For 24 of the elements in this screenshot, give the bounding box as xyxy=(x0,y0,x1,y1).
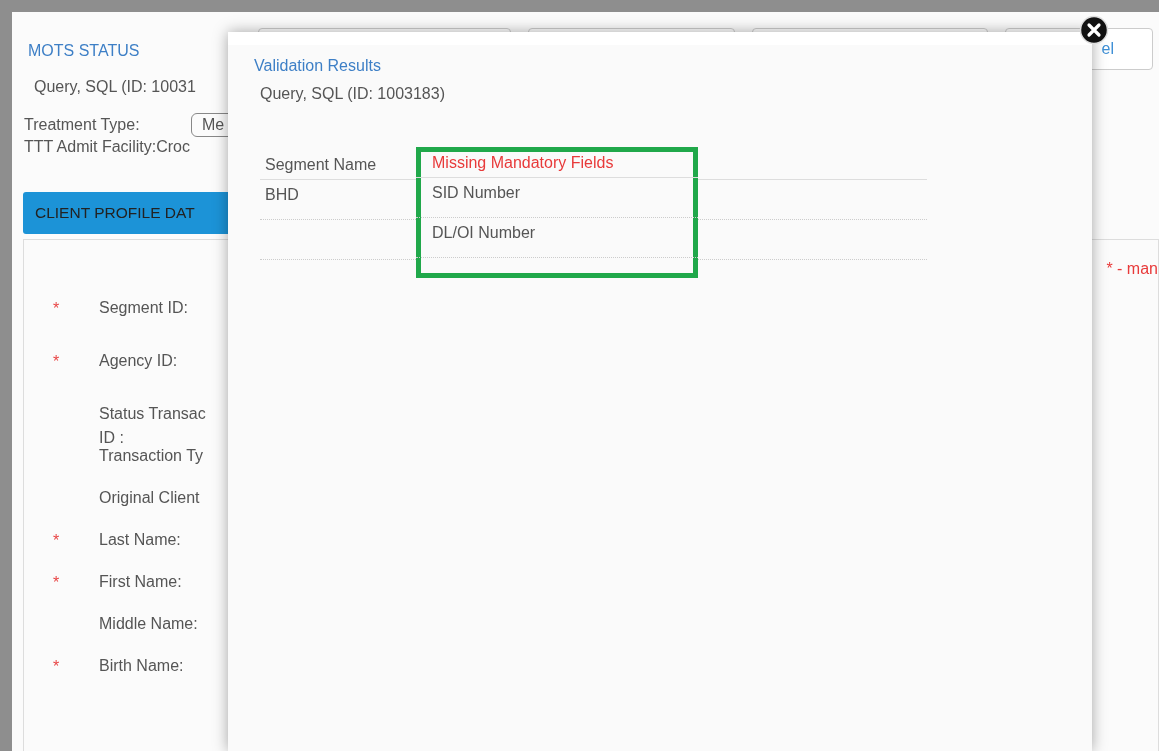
required-mark: * xyxy=(53,353,60,370)
dialog-title: Validation Results xyxy=(254,57,382,75)
mandatory-legend: * - man xyxy=(1106,260,1158,278)
dialog-subtitle: Query, SQL (ID: 1003183) xyxy=(260,85,446,103)
required-mark: * xyxy=(53,574,60,591)
field-label: Middle Name: xyxy=(99,614,198,634)
required-mark: * xyxy=(53,658,60,675)
field-label: Last Name: xyxy=(99,530,181,550)
admit-facility-value: Croc xyxy=(156,138,190,156)
client-name: Query, SQL (ID: 10031 xyxy=(33,78,197,96)
field-label: First Name: xyxy=(99,572,182,592)
column-header: Segment Name xyxy=(265,156,377,173)
field-label: Transaction Ty xyxy=(99,446,204,466)
treatment-type-label: Treatment Type: xyxy=(24,116,141,134)
field-label: Original Client xyxy=(99,488,200,508)
page-title: MOTS STATUS xyxy=(28,42,141,60)
required-mark: * xyxy=(53,300,60,317)
field-label: Agency ID: xyxy=(99,351,178,371)
field-label: Status Transac ID : xyxy=(99,404,206,448)
required-mark: * xyxy=(53,532,60,549)
field-label: Birth Name: xyxy=(99,656,184,676)
field-label: Segment ID: xyxy=(99,298,188,318)
admit-facility-label: TTT Admit Facility: xyxy=(24,138,157,156)
column-header: Missing Mandatory Fields xyxy=(432,154,614,171)
